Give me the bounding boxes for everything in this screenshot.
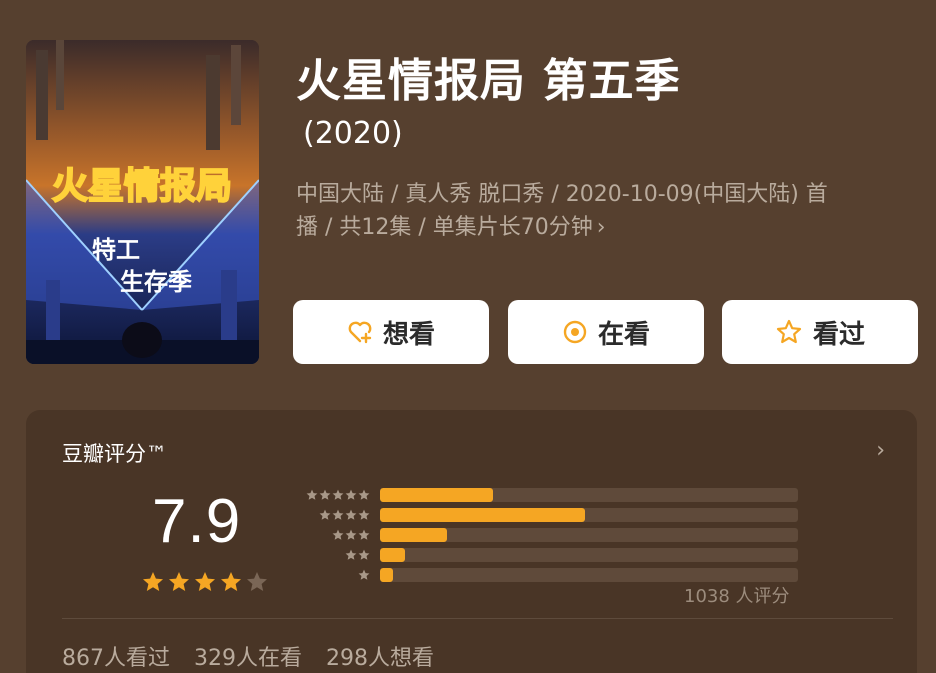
rating-bar-stars [288, 488, 370, 502]
rating-bar-stars [288, 508, 370, 522]
star-small-icon [319, 509, 331, 520]
watched-count[interactable]: 867人看过 [62, 640, 170, 672]
rating-bar-fill [380, 528, 447, 542]
release-year: (2020) [303, 116, 403, 151]
divider [62, 618, 893, 619]
star-small-icon [345, 489, 357, 500]
score-stars [141, 570, 269, 594]
star-small-icon [358, 489, 370, 500]
meta-info[interactable]: 中国大陆 / 真人秀 脱口秀 / 2020-10-09(中国大陆) 首 播 / … [296, 178, 916, 244]
rating-bar-track [380, 488, 798, 502]
chevron-right-icon: › [596, 215, 606, 240]
rating-card[interactable]: 豆瓣评分™ › 7.9 1038 人评分 867人看过 329人在看 298人想… [26, 410, 917, 673]
watching-count[interactable]: 329人在看 [194, 640, 302, 672]
rating-bar-fill [380, 548, 406, 562]
heart-plus-icon [347, 319, 373, 345]
meta-line-2-text: 播 / 共12集 / 单集片长70分钟 [296, 215, 593, 240]
rating-bar-track [380, 568, 798, 582]
rating-bar-stars [288, 548, 370, 562]
meta-line-2: 播 / 共12集 / 单集片长70分钟 › [296, 211, 916, 244]
movie-detail-page: 火星情报局 特工 生存季 火星情报局 第五季 (2020) 中国大陆 / 真人秀… [0, 0, 936, 673]
star-small-icon [332, 509, 344, 520]
star-filled-icon [169, 572, 189, 591]
poster-art: 火星情报局 特工 生存季 [26, 40, 259, 364]
watching-label: 在看 [597, 319, 650, 350]
rating-bar-track [380, 528, 798, 542]
star-small-icon [345, 549, 357, 560]
star-empty-icon [247, 572, 267, 591]
rating-bar-track [380, 548, 798, 562]
chevron-right-icon[interactable]: › [876, 438, 885, 463]
star-filled-icon [221, 572, 241, 591]
star-small-icon [332, 529, 344, 540]
want-to-watch-button[interactable]: 想看 [293, 300, 489, 364]
star-filled-icon [143, 572, 163, 591]
star-small-icon [358, 509, 370, 520]
want-count[interactable]: 298人想看 [326, 640, 434, 672]
star-small-icon [319, 489, 331, 500]
star-small-icon [332, 489, 344, 500]
poster-subtitle-line1: 特工 [92, 236, 140, 264]
star-filled-icon [195, 572, 215, 591]
poster-logo-text: 火星情报局 [52, 166, 232, 207]
star-small-icon [358, 529, 370, 540]
watching-button[interactable]: 在看 [508, 300, 704, 364]
rating-bar-track [380, 508, 798, 522]
star-small-icon [306, 489, 318, 500]
meta-line-1: 中国大陆 / 真人秀 脱口秀 / 2020-10-09(中国大陆) 首 [296, 182, 828, 207]
star-small-icon [358, 569, 370, 580]
star-small-icon [345, 509, 357, 520]
rating-bar-fill [380, 488, 493, 502]
rating-bar-fill [380, 508, 585, 522]
rating-count: 1038 人评分 [684, 586, 790, 607]
rating-bar-stars [288, 528, 370, 542]
star-small-icon [345, 529, 357, 540]
star-small-icon [358, 549, 370, 560]
poster-image[interactable]: 火星情报局 特工 生存季 [26, 40, 259, 364]
rating-score: 7.9 [152, 487, 242, 556]
star-outline-icon [775, 318, 803, 346]
page-title: 火星情报局 第五季 [296, 54, 681, 107]
want-to-watch-label: 想看 [382, 319, 435, 350]
watched-label: 看过 [812, 319, 865, 350]
target-icon [562, 319, 588, 345]
rating-bar-fill [380, 568, 393, 582]
watched-button[interactable]: 看过 [722, 300, 918, 364]
rating-bar-stars [288, 568, 370, 582]
poster-subtitle-line2: 生存季 [120, 268, 192, 296]
rating-title: 豆瓣评分™ [62, 442, 167, 466]
audience-stats: 867人看过 329人在看 298人想看 [62, 640, 434, 672]
